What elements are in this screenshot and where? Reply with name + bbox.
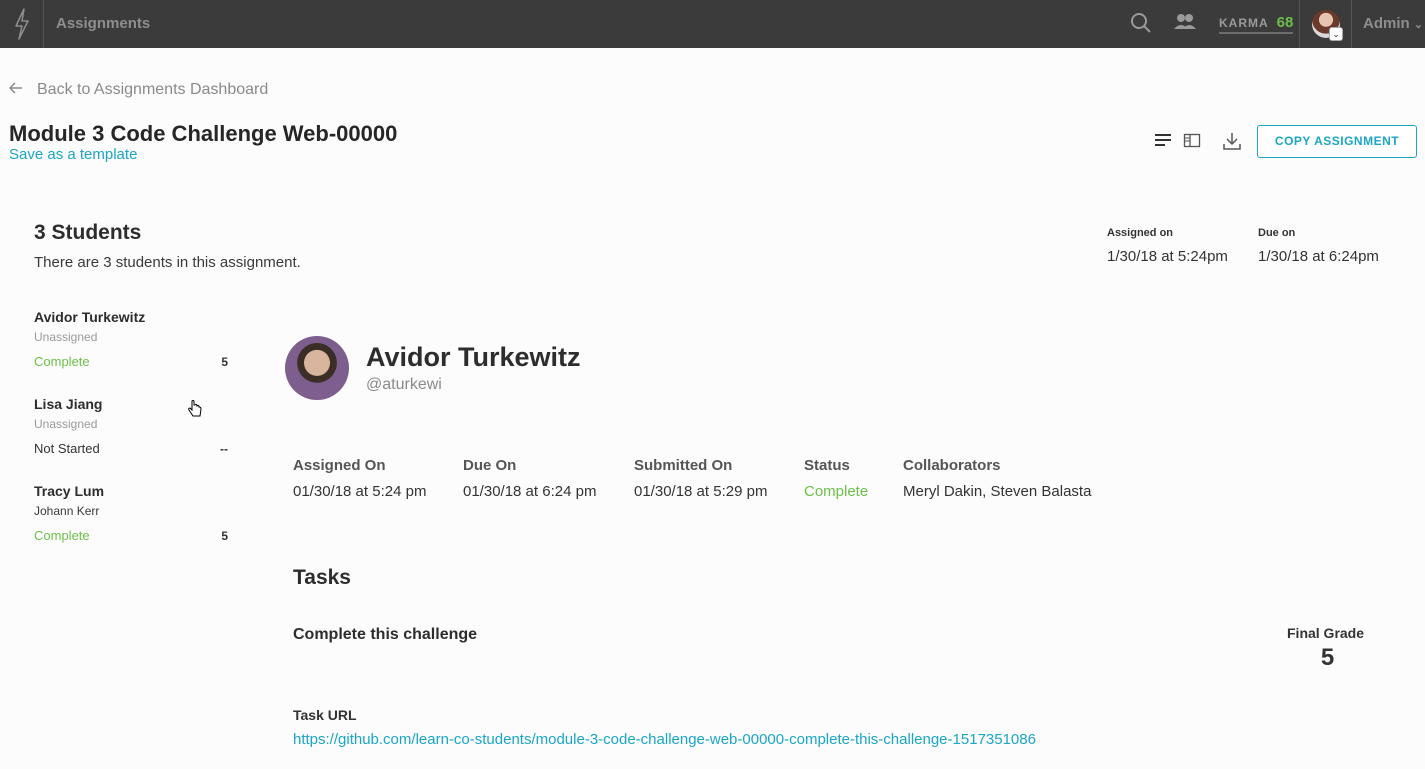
student-avatar bbox=[285, 336, 349, 400]
chevron-down-icon: ⌄ bbox=[1413, 19, 1424, 31]
karma-indicator[interactable]: KARMA 68 bbox=[1219, 14, 1294, 34]
student-detail-name: Avidor Turkewitz bbox=[366, 342, 581, 372]
divider bbox=[1299, 0, 1300, 48]
student-score: 5 bbox=[221, 355, 228, 369]
status-column-value: Complete bbox=[804, 483, 869, 500]
chevron-down-icon[interactable]: ⌄ bbox=[1329, 27, 1343, 41]
people-icon[interactable] bbox=[1173, 12, 1197, 34]
split-view-icon[interactable] bbox=[1182, 131, 1202, 151]
due-on-label: Due on bbox=[1258, 227, 1296, 239]
copy-assignment-button[interactable]: COPY ASSIGNMENT bbox=[1257, 125, 1417, 158]
back-link-label: Back to Assignments Dashboard bbox=[37, 81, 269, 98]
divider bbox=[1351, 0, 1352, 48]
assigned-on-value: 1/30/18 at 5:24pm bbox=[1107, 248, 1228, 265]
karma-label: KARMA bbox=[1219, 16, 1269, 30]
collaborators-column-value: Meryl Dakin, Steven Balasta bbox=[903, 483, 1092, 500]
student-assignee: Unassigned bbox=[34, 417, 98, 431]
task-url-label: Task URL bbox=[293, 707, 357, 723]
learn-logo-icon[interactable] bbox=[0, 0, 44, 48]
due-on-value: 1/30/18 at 6:24pm bbox=[1258, 248, 1379, 265]
admin-label: Admin bbox=[1363, 15, 1410, 32]
student-score: 5 bbox=[221, 529, 228, 543]
final-grade-label: Final Grade bbox=[1287, 625, 1365, 641]
back-to-dashboard-link[interactable]: Back to Assignments Dashboard bbox=[8, 81, 269, 99]
arrow-left-icon bbox=[8, 81, 23, 99]
student-status: Complete bbox=[34, 354, 90, 369]
assigned-on-column-label: Assigned On bbox=[293, 457, 386, 474]
save-as-template-link[interactable]: Save as a template bbox=[9, 146, 137, 163]
top-navbar: Assignments KARMA 68 ⌄ Admin ⌄ bbox=[0, 0, 1425, 48]
page-title: Module 3 Code Challenge Web-00000 bbox=[9, 121, 398, 146]
tasks-heading: Tasks bbox=[293, 566, 351, 589]
student-name: Tracy Lum bbox=[34, 483, 105, 499]
hand-cursor-icon bbox=[187, 400, 203, 418]
submitted-on-column-label: Submitted On bbox=[634, 457, 733, 474]
student-list-item[interactable]: Lisa Jiang Unassigned Not Started -- bbox=[34, 396, 234, 456]
student-list-item[interactable]: Avidor Turkewitz Unassigned Complete 5 bbox=[34, 309, 234, 369]
student-score: -- bbox=[220, 442, 228, 456]
student-handle: @aturkewi bbox=[366, 376, 442, 393]
due-on-column-label: Due On bbox=[463, 457, 517, 474]
download-icon[interactable] bbox=[1222, 131, 1242, 151]
task-name: Complete this challenge bbox=[293, 626, 478, 643]
assigned-on-column-value: 01/30/18 at 5:24 pm bbox=[293, 483, 427, 500]
student-status: Not Started bbox=[34, 441, 100, 456]
assigned-on-label: Assigned on bbox=[1107, 227, 1174, 239]
students-count-heading: 3 Students bbox=[34, 221, 142, 244]
task-url-link[interactable]: https://github.com/learn-co-students/mod… bbox=[293, 731, 1036, 748]
student-assignee: Johann Kerr bbox=[34, 504, 100, 518]
due-on-column-value: 01/30/18 at 6:24 pm bbox=[463, 483, 597, 500]
student-assignee: Unassigned bbox=[34, 330, 98, 344]
final-grade-value: 5 bbox=[1320, 644, 1335, 671]
student-name: Lisa Jiang bbox=[34, 396, 103, 412]
search-icon[interactable] bbox=[1130, 12, 1152, 34]
student-name: Avidor Turkewitz bbox=[34, 309, 146, 325]
list-view-icon[interactable] bbox=[1153, 131, 1173, 151]
collaborators-column-label: Collaborators bbox=[903, 457, 1001, 474]
app-title: Assignments bbox=[56, 15, 151, 32]
submitted-on-column-value: 01/30/18 at 5:29 pm bbox=[634, 483, 768, 500]
status-column-label: Status bbox=[804, 457, 850, 474]
student-status: Complete bbox=[34, 528, 90, 543]
karma-value: 68 bbox=[1276, 14, 1294, 31]
student-list-item[interactable]: Tracy Lum Johann Kerr Complete 5 bbox=[34, 483, 234, 543]
students-description: There are 3 students in this assignment. bbox=[34, 254, 301, 271]
admin-menu[interactable]: Admin ⌄ bbox=[1363, 15, 1423, 32]
